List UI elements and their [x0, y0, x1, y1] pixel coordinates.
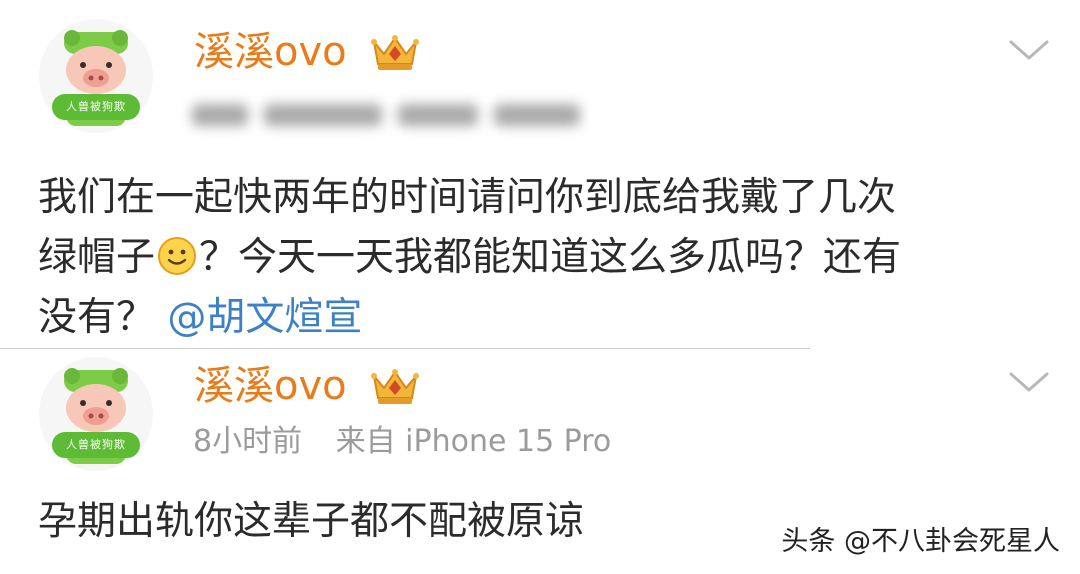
avatar-badge: 人兽被狗欺	[52, 94, 140, 120]
chevron-down-icon[interactable]	[1008, 370, 1050, 394]
username[interactable]: 溪溪ovo	[194, 362, 347, 410]
post-card-1: 人兽被狗欺 溪溪ovo 我们在一起快两年的时间请问你到底给我戴了几次 绿帽子 ？…	[0, 0, 1080, 350]
avatar[interactable]: 人兽被狗欺	[38, 18, 154, 134]
crown-vip-icon[interactable]	[368, 30, 422, 74]
content-line-2-start: 绿帽子	[38, 235, 156, 280]
content-line-1: 我们在一起快两年的时间请问你到底给我戴了几次	[38, 175, 897, 220]
post-source: 来自 iPhone 15 Pro	[335, 424, 612, 459]
mention-link[interactable]: @胡文煊宣	[167, 295, 362, 340]
smile-emoji-icon	[158, 237, 197, 275]
watermark: 头条 @不八卦会死星人	[781, 526, 1060, 557]
content-line-2: 绿帽子 ？今天一天我都能知道这么多瓜吗？还有	[38, 228, 1038, 288]
post-meta: 8小时前 来自 iPhone 15 Pro	[193, 422, 611, 462]
crown-vip-icon[interactable]	[368, 364, 422, 408]
blurred-metadata	[192, 96, 580, 134]
username[interactable]: 溪溪ovo	[194, 28, 347, 76]
content-line-3-start: 没有？	[38, 295, 156, 340]
avatar-badge: 人兽被狗欺	[52, 432, 140, 458]
content-line-2-end: ？今天一天我都能知道这么多瓜吗？还有	[199, 235, 902, 280]
content-line-3: 没有？ @胡文煊宣	[38, 288, 1038, 348]
post-divider	[0, 348, 810, 349]
post-time: 8小时前	[193, 424, 303, 459]
chevron-down-icon[interactable]	[1008, 38, 1050, 62]
avatar[interactable]: 人兽被狗欺	[38, 356, 154, 472]
post-content: 我们在一起快两年的时间请问你到底给我戴了几次 绿帽子 ？今天一天我都能知道这么多…	[38, 168, 1038, 348]
